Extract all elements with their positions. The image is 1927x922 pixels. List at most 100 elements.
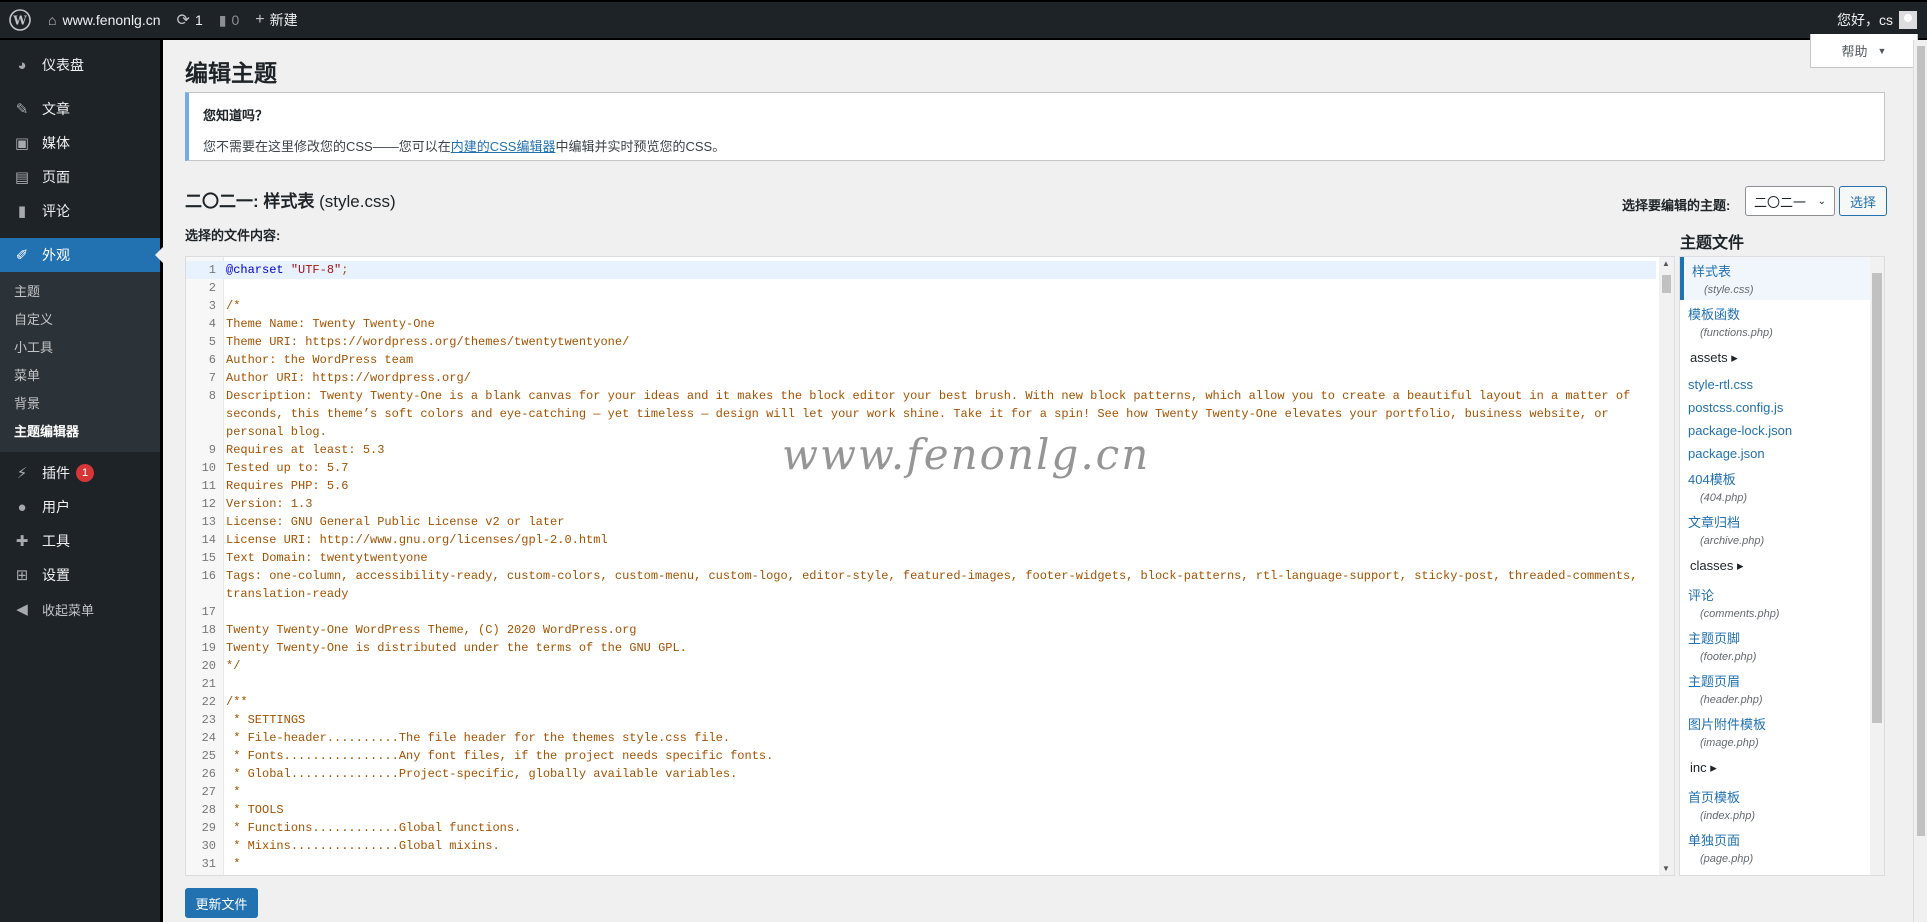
admin-sidebar: ◕ 仪表盘 ✎ 文章 ▣ 媒体 ▤ 页面 ▮ 评论 ✐ 外观 主题 自定义 小工具 菜单 背… [0, 40, 163, 922]
editor-scrollbar[interactable]: ▲ ▼ [1659, 257, 1674, 875]
file-list-item[interactable]: 404模板 (404.php) [1680, 465, 1884, 508]
update-file-button[interactable]: 更新文件 [185, 888, 258, 918]
file-filename: (404.php) [1700, 492, 1748, 504]
file-list-item[interactable]: 主题页眉 (header.php) [1680, 667, 1884, 710]
menu-tools[interactable]: ✚ 工具 [0, 524, 160, 558]
menu-comments[interactable]: ▮ 评论 [0, 194, 160, 228]
file-list-item[interactable]: 主题页脚 (footer.php) [1680, 624, 1884, 667]
choose-theme-button[interactable]: 选择 [1839, 186, 1887, 216]
site-name-link[interactable]: ⌂ www.fenonlg.cn [40, 2, 169, 38]
comments-link[interactable]: ▮ 0 [211, 2, 248, 38]
appearance-submenu: 主题 自定义 小工具 菜单 背景 主题编辑器 [0, 272, 160, 452]
menu-posts[interactable]: ✎ 文章 [0, 92, 160, 126]
file-list-item[interactable]: package.json [1680, 442, 1884, 465]
file-list-scrollbar[interactable] [1870, 257, 1884, 875]
code-line: 11 Requires PHP: 5.6 [186, 477, 1656, 495]
collapse-menu[interactable]: ◀ 收起菜单 [0, 592, 160, 626]
menu-label: 工具 [42, 533, 70, 549]
refresh-icon: ⟳ [176, 12, 190, 29]
theme-select[interactable]: 二〇二一 ⌄ [1745, 186, 1835, 216]
file-list-item[interactable]: 文章归档 (archive.php) [1680, 508, 1884, 551]
plugin-icon: ⚡ [16, 465, 28, 482]
line-text: Twenty Twenty-One is distributed under t… [226, 641, 687, 655]
menu-dashboard[interactable]: ◕ 仪表盘 [0, 48, 160, 82]
file-list-item[interactable]: 图片附件模板 (image.php) [1680, 710, 1884, 753]
line-text: Theme Name: Twenty Twenty-One [226, 317, 435, 331]
line-number: 7 [208, 371, 216, 385]
submenu-customize[interactable]: 自定义 [0, 306, 160, 334]
line-text: * Mixins...............Global mixins. [226, 839, 500, 853]
menu-label: 媒体 [42, 135, 70, 151]
line-number: 1 [208, 263, 216, 277]
account-menu[interactable]: 您好，cs [1829, 2, 1927, 38]
submenu-widgets[interactable]: 小工具 [0, 334, 160, 362]
file-list-item[interactable]: 首页模板 (index.php) [1680, 783, 1884, 826]
new-content-link[interactable]: + 新建 [247, 2, 305, 38]
menu-label: 外观 [42, 247, 70, 263]
code-lines: 1 @charset "UTF-8"; 2 3/* 4 Theme Name: Twent… [186, 261, 1656, 875]
code-line: 17 [186, 603, 1656, 621]
css-editor-link[interactable]: 内建的CSS编辑器 [451, 139, 556, 154]
scroll-up-icon[interactable]: ▲ [1662, 259, 1670, 268]
notice-text: 您不需要在这里修改您的CSS——您可以在 [203, 139, 451, 154]
folder-name: classes [1690, 558, 1734, 573]
menu-users[interactable]: ● 用户 [0, 490, 160, 524]
file-list-folder[interactable]: assets ▸ [1680, 343, 1884, 373]
menu-media[interactable]: ▣ 媒体 [0, 126, 160, 160]
line-text [220, 279, 1650, 297]
code-line: 30 * Mixins...............Global mixins. [186, 837, 1656, 855]
file-list-item[interactable]: 样式表 (style.css) [1680, 257, 1884, 300]
scrollbar-thumb[interactable] [1872, 273, 1882, 723]
menu-label: 收起菜单 [42, 602, 95, 618]
code-line: 20 */ [186, 657, 1656, 675]
plus-icon: + [255, 11, 265, 28]
menu-plugins[interactable]: ⚡ 插件 1 [0, 456, 160, 490]
line-text: Requires PHP: 5.6 [226, 479, 349, 493]
code-line: 4 Theme Name: Twenty Twenty-One [186, 315, 1656, 333]
menu-settings[interactable]: ⊞ 设置 [0, 558, 160, 592]
theme-files-title: 主题文件 [1680, 235, 1745, 252]
scrollbar-thumb[interactable] [1662, 275, 1671, 293]
code-line: 28 * TOOLS [186, 801, 1656, 819]
submenu-theme-editor[interactable]: 主题编辑器 [0, 418, 160, 446]
line-number: 18 [201, 623, 216, 637]
file-list-item[interactable]: package-lock.json [1680, 419, 1884, 442]
file-label: 首页模板 [1688, 790, 1741, 805]
submenu-background[interactable]: 背景 [0, 390, 160, 418]
submenu-menus[interactable]: 菜单 [0, 362, 160, 390]
file-list-folder[interactable]: inc ▸ [1680, 753, 1884, 783]
updates-link[interactable]: ⟳ 1 [169, 2, 211, 38]
line-number: 11 [201, 479, 216, 493]
code-line: 6 Author: the WordPress team [186, 351, 1656, 369]
file-label: 文章归档 [1688, 515, 1741, 530]
file-list-item[interactable]: 评论 (comments.php) [1680, 581, 1884, 624]
wordpress-logo-icon[interactable]: W [0, 2, 40, 38]
file-list-item[interactable]: postcss.config.js [1680, 396, 1884, 419]
line-number: 32 [186, 873, 220, 875]
code-editor[interactable]: 1 @charset "UTF-8"; 2 3/* 4 Theme Name: Twent… [185, 256, 1675, 876]
file-list-item[interactable]: 单独页面 (page.php) [1680, 826, 1884, 869]
menu-label: 评论 [42, 203, 70, 219]
menu-label: 仪表盘 [42, 57, 84, 73]
comment-icon: ▮ [17, 203, 27, 220]
scroll-down-icon[interactable]: ▼ [1662, 864, 1670, 873]
line-number: 29 [201, 821, 216, 835]
line-text: * TOOLS [226, 803, 284, 817]
home-icon: ⌂ [48, 12, 57, 28]
file-filename: (footer.php) [1700, 651, 1757, 663]
scrollbar-thumb[interactable] [1917, 46, 1925, 836]
file-list-item[interactable]: 模板函数 (functions.php) [1680, 300, 1884, 343]
line-number: 31 [201, 857, 216, 871]
code-line: 14 License URI: http://www.gnu.org/licens… [186, 531, 1656, 549]
chevron-down-icon: ⌄ [1817, 195, 1826, 207]
file-list-item[interactable]: style-rtl.css [1680, 373, 1884, 396]
menu-appearance[interactable]: ✐ 外观 [0, 238, 163, 272]
collapse-icon: ◀ [16, 601, 28, 618]
file-label: 主题页眉 [1688, 674, 1741, 689]
page-scrollbar[interactable] [1913, 40, 1927, 922]
submenu-themes[interactable]: 主题 [0, 278, 160, 306]
help-tab-button[interactable]: 帮助 ▼ [1810, 34, 1918, 68]
menu-pages[interactable]: ▤ 页面 [0, 160, 160, 194]
caret-right-icon: ▸ [1706, 760, 1717, 775]
file-list-folder[interactable]: classes ▸ [1680, 551, 1884, 581]
